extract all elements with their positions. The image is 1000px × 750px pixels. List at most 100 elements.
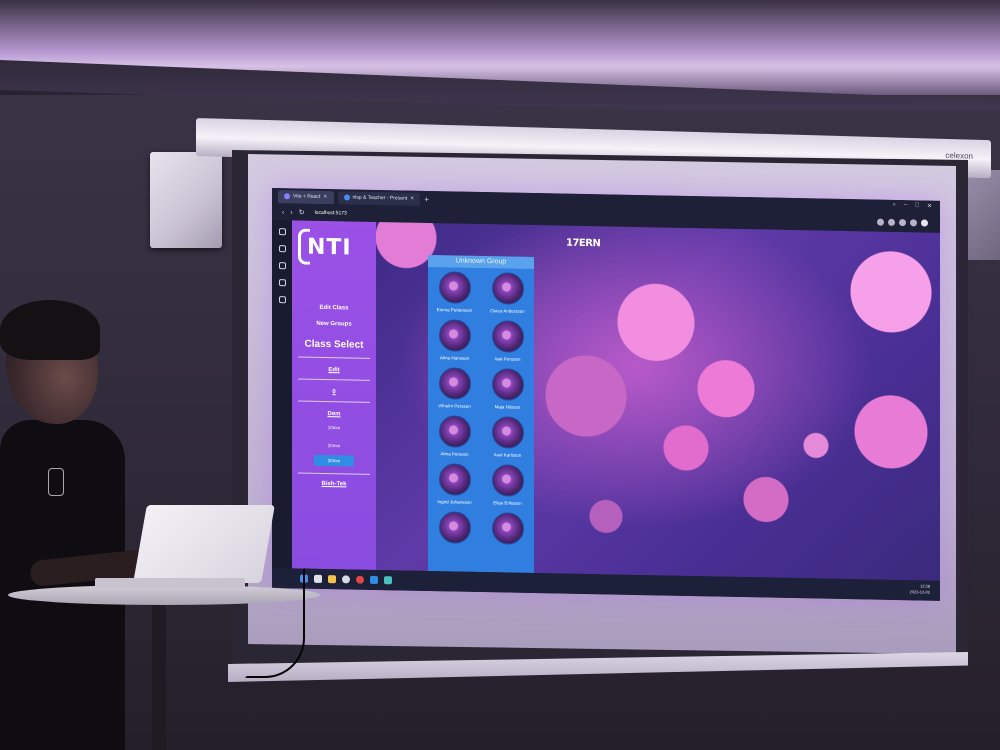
group-panel: Unknown Group Emma Pettersson Oscar Ande…	[428, 254, 534, 574]
main-area: 17ERN Unknown Group Emma Pettersson Osca…	[376, 221, 940, 581]
avatar	[491, 464, 524, 497]
student-name: Isak Persson	[494, 356, 521, 362]
logo-text: NTI	[307, 234, 352, 261]
tab-presentation[interactable]: nlsp & Teacher - Present ✕	[337, 190, 421, 206]
browser-icon[interactable]	[356, 575, 364, 584]
student-name: Maja Nilsson	[494, 404, 521, 410]
presenter	[0, 300, 152, 750]
student-card[interactable]: Alma Hansson	[428, 319, 481, 364]
tab-label: nlsp & Teacher - Present	[352, 194, 408, 202]
class-option-dem[interactable]: Dem	[292, 410, 376, 418]
class-option-zero[interactable]: 0	[292, 388, 376, 396]
student-card[interactable]: Axel Karlsson	[481, 416, 534, 461]
desk-leg	[152, 600, 166, 750]
search-icon[interactable]: ⌕	[893, 202, 896, 209]
app-icon[interactable]	[384, 576, 392, 585]
avatar	[491, 368, 524, 401]
new-tab-icon[interactable]: +	[424, 194, 429, 203]
divider	[298, 472, 370, 475]
new-groups-link[interactable]: New Groups	[292, 320, 376, 328]
avatar	[491, 320, 524, 353]
browser-sidebar	[272, 220, 292, 569]
extension-icons	[877, 218, 928, 227]
student-card[interactable]: Elias Eriksson	[481, 464, 534, 509]
student-card[interactable]: Ingrid Johansson	[428, 463, 481, 508]
avatar	[438, 319, 471, 352]
bookmark-icon[interactable]	[278, 245, 286, 253]
presenter-hair	[0, 300, 100, 360]
nti-logo: NTI	[298, 226, 360, 267]
extension-icon[interactable]	[877, 218, 884, 226]
settings-icon[interactable]	[278, 296, 286, 304]
laptop-cable	[245, 568, 305, 678]
close-icon[interactable]: ✕	[323, 194, 327, 200]
size-option-30-selected[interactable]: 30mm	[314, 454, 354, 467]
edit-class-link[interactable]: Edit Class	[292, 304, 376, 312]
profile-icon[interactable]	[921, 219, 928, 227]
divider	[298, 400, 370, 403]
class-select-heading: Class Select	[304, 338, 364, 351]
search-icon[interactable]	[314, 574, 322, 583]
student-card[interactable]: Vilhelm Persson	[428, 367, 481, 412]
home-icon[interactable]	[278, 228, 286, 236]
wall-speaker	[150, 152, 222, 248]
avatar	[438, 463, 471, 496]
maximize-icon[interactable]: □	[915, 202, 919, 209]
app-sidebar: NTI Edit Class New Groups Class Select E…	[292, 220, 376, 570]
tab-label: Vite + React	[293, 193, 321, 200]
student-name: Alma Persson	[440, 451, 469, 457]
extension-icon[interactable]	[888, 218, 895, 226]
tab-vite-react[interactable]: Vite + React ✕	[278, 189, 334, 204]
divider	[298, 378, 370, 381]
close-icon[interactable]: ✕	[410, 196, 414, 202]
student-grid: Emma Pettersson Oscar Andersson Alma Han…	[428, 267, 534, 557]
student-card[interactable]	[428, 511, 481, 556]
footer-link[interactable]: Bish-Tek	[292, 480, 376, 488]
extension-icon[interactable]	[910, 219, 917, 227]
avatar	[491, 272, 524, 305]
avatar	[438, 367, 471, 400]
extension-icon[interactable]	[899, 219, 906, 227]
downloads-icon[interactable]	[278, 279, 286, 287]
vscode-icon[interactable]	[370, 575, 378, 585]
reload-icon[interactable]: ↻	[299, 209, 305, 217]
window-controls: ⌕ – □ ✕	[893, 202, 932, 210]
avatar	[491, 416, 524, 449]
app-title: 17ERN	[566, 237, 601, 250]
student-card[interactable]: Isak Persson	[481, 320, 534, 365]
student-name: Vilhelm Persson	[438, 403, 471, 409]
class-option-edit[interactable]: Edit	[292, 366, 376, 374]
student-name: Alma Hansson	[439, 355, 470, 361]
vite-icon	[284, 193, 290, 200]
projected-desktop: Vite + React ✕ nlsp & Teacher - Present …	[272, 188, 940, 601]
system-tray[interactable]: 12:38 2023-12-02	[910, 583, 930, 595]
student-card[interactable]: Alma Persson	[428, 415, 481, 460]
size-option-10[interactable]: 10mm	[292, 424, 376, 431]
student-name: Elias Eriksson	[493, 500, 522, 506]
minimize-icon[interactable]: –	[904, 202, 907, 209]
student-card[interactable]	[481, 512, 534, 557]
student-name: Emma Pettersson	[436, 307, 473, 313]
student-card[interactable]: Emma Pettersson	[428, 271, 481, 316]
chrome-icon[interactable]	[342, 575, 350, 584]
divider	[298, 356, 370, 359]
back-icon[interactable]: ‹	[282, 209, 284, 216]
url-field[interactable]: localhost:5173	[311, 209, 351, 218]
avatar	[491, 512, 524, 545]
shirt-print	[48, 468, 64, 496]
laptop-base	[95, 578, 245, 588]
history-icon[interactable]	[278, 262, 286, 270]
forward-icon[interactable]: ›	[290, 209, 292, 216]
avatar	[438, 415, 471, 448]
folder-icon[interactable]	[328, 575, 336, 584]
student-name: Ingrid Johansson	[437, 499, 472, 505]
close-window-icon[interactable]: ✕	[927, 203, 932, 210]
student-card[interactable]: Maja Nilsson	[481, 368, 534, 413]
avatar	[438, 271, 471, 304]
size-option-20[interactable]: 20mm	[292, 442, 376, 449]
slides-icon	[343, 194, 350, 201]
student-card[interactable]: Oscar Andersson	[481, 272, 534, 317]
avatar	[438, 511, 471, 544]
clock-date: 2023-12-02	[909, 589, 930, 595]
student-name: Axel Karlsson	[493, 452, 522, 458]
